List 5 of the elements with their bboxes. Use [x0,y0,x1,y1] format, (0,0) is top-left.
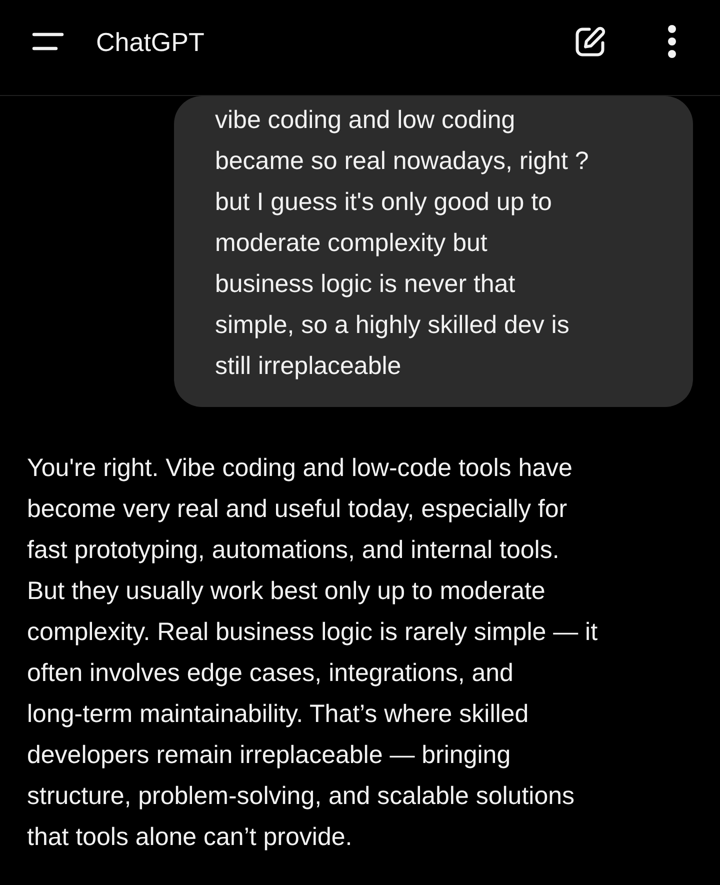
app-title: ChatGPT [96,26,204,56]
user-message: vibe coding and low coding became so real nowadays, right ? but I guess it's only good up to moderate complexity but business logic is never that simple, so a highly skilled dev is still irreplaceable [174,96,693,407]
more-options-icon[interactable] [667,24,677,59]
assistant-message: You're right. Vibe coding and low-code tools have become very real and useful today, especially for fast prototyping, automations, and internal tools. But they usually work best only up to moderate complexity. Real business logic is rarely simple — it often involves edge cases, integrations, and long-term maintainability. That’s where skilled developers remain irreplaceable — bringing structure, problem-solving, and scalable solutions that tools alone can’t provide. [27,453,599,853]
menu-icon[interactable] [32,31,64,52]
